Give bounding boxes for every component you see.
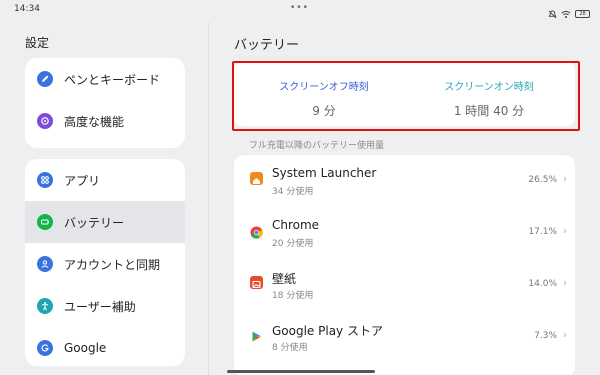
app-usage-time: 34 分使用 (272, 187, 314, 197)
app-usage-row[interactable]: Google Play ストア 8 分使用 7.3% › (234, 311, 575, 363)
sidebar-item-advanced-features[interactable]: 高度な機能 (25, 100, 185, 142)
account-icon (37, 256, 53, 272)
sidebar-item-label: 高度な機能 (64, 114, 125, 129)
app-usage-time: 18 分使用 (272, 291, 314, 301)
sidebar-item-label: ユーザー補助 (64, 299, 136, 314)
status-bar: 14:34 ••• 28 (0, 0, 600, 22)
chevron-right-icon: › (563, 330, 567, 341)
app-usage-percent: 26.5% (528, 175, 557, 185)
app-usage-percent: 7.3% (534, 331, 557, 341)
settings-sidebar: 設定 ペンとキーボード 高度な機能 アプリ バッテリー アカウントと同期 ユーザ… (0, 22, 208, 375)
highlight-box (232, 61, 580, 131)
sidebar-item-accessibility[interactable]: ユーザー補助 (25, 285, 185, 327)
app-name: Chrome (272, 218, 320, 232)
sidebar-item-pen-keyboard[interactable]: ペンとキーボード (25, 58, 185, 100)
accessibility-icon (37, 298, 53, 314)
sidebar-item-account-sync[interactable]: アカウントと同期 (25, 243, 185, 285)
app-usage-time: 8 分使用 (272, 343, 308, 353)
wifi-icon (561, 4, 571, 23)
app-name: 壁紙 (272, 272, 297, 286)
app-usage-row[interactable]: Chrome 20 分使用 17.1% › (234, 207, 575, 259)
sidebar-item-label: ペンとキーボード (64, 72, 161, 87)
sidebar-item-apps[interactable]: アプリ (25, 159, 185, 201)
battery-pane: バッテリー スクリーンオフ時刻 9 分 スクリーンオン時刻 1 時間 40 分 … (209, 22, 600, 375)
sidebar-title: 設定 (25, 36, 50, 50)
chevron-right-icon: › (563, 174, 567, 185)
chevron-right-icon: › (563, 226, 567, 237)
sidebar-item-label: Google (64, 341, 107, 355)
chevron-right-icon: › (563, 278, 567, 289)
app-usage-time: 20 分使用 (272, 239, 314, 249)
app-name: Google Play ストア (272, 324, 383, 338)
sidebar-item-battery[interactable]: バッテリー (25, 201, 185, 243)
app-usage-row[interactable]: 壁紙 18 分使用 14.0% › (234, 259, 575, 311)
app-usage-list: System Launcher 34 分使用 26.5% › Chrome 20… (234, 155, 575, 375)
battery-icon (37, 214, 53, 230)
sidebar-item-label: アカウントと同期 (64, 257, 161, 272)
pen-icon (37, 71, 53, 87)
google-icon (37, 340, 53, 356)
wallpaper-icon (250, 276, 263, 289)
sidebar-group-2: アプリ バッテリー アカウントと同期 ユーザー補助 Google (25, 159, 185, 366)
app-usage-percent: 14.0% (528, 279, 557, 289)
app-usage-row[interactable]: System Launcher 34 分使用 26.5% › (234, 155, 575, 207)
gesture-home-bar[interactable] (227, 370, 375, 373)
system-launcher-icon (250, 172, 263, 185)
usage-section-header: フル充電以降のバッテリー使用量 (249, 141, 385, 151)
chrome-icon (250, 224, 263, 239)
sidebar-item-label: バッテリー (64, 215, 125, 230)
sidebar-item-google[interactable]: Google (25, 327, 185, 366)
multi-window-handle[interactable]: ••• (290, 3, 309, 13)
status-icons: 28 (548, 4, 590, 23)
status-time: 14:34 (14, 4, 40, 14)
google-play-icon (250, 328, 263, 342)
sidebar-item-label: アプリ (64, 173, 101, 188)
app-name: System Launcher (272, 166, 377, 180)
battery-status-icon: 28 (575, 9, 590, 18)
sidebar-group-1: ペンとキーボード 高度な機能 (25, 58, 185, 148)
advanced-features-icon (37, 113, 53, 129)
app-usage-percent: 17.1% (528, 227, 557, 237)
apps-grid-icon (37, 172, 53, 188)
page-title: バッテリー (234, 38, 300, 53)
mute-icon (548, 4, 557, 23)
